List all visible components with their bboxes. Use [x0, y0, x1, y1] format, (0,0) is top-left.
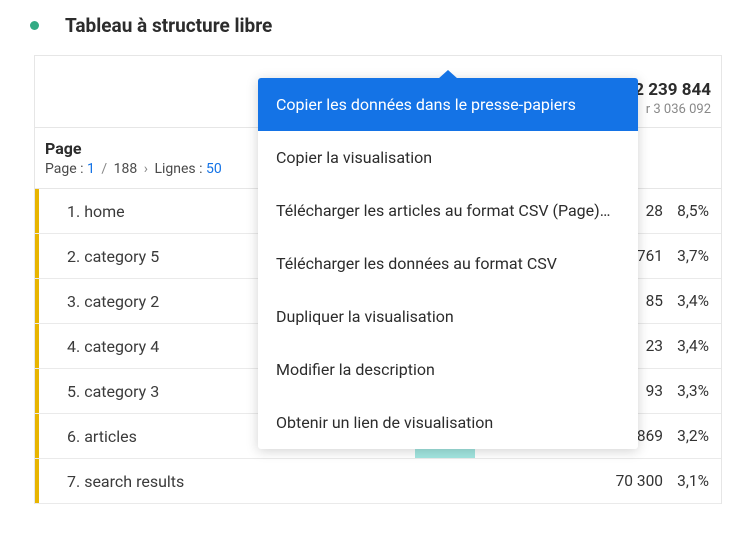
context-menu: Copier les données dans le presse-papier… [258, 78, 638, 449]
menu-download-data-csv[interactable]: Télécharger les données au format CSV [258, 237, 638, 290]
menu-duplicate-viz[interactable]: Dupliquer la visualisation [258, 290, 638, 343]
rows-count-link[interactable]: 50 [206, 161, 222, 177]
page-current-link[interactable]: 1 [87, 161, 95, 177]
row-pct: 8,5% [663, 202, 721, 220]
panel-header: Tableau à structure libre [0, 0, 750, 55]
menu-copy-data[interactable]: Copier les données dans le presse-papier… [258, 78, 638, 131]
status-dot-icon [30, 21, 39, 30]
row-pct: 3,2% [663, 427, 721, 445]
row-pct: 3,4% [663, 337, 721, 355]
menu-download-items-csv[interactable]: Télécharger les articles au format CSV (… [258, 184, 638, 237]
row-pct: 3,4% [663, 292, 721, 310]
table-row[interactable]: 7. search results 70 300 3,1% [35, 459, 721, 504]
menu-get-viz-link[interactable]: Obtenir un lien de visualisation [258, 396, 638, 449]
row-pct: 3,7% [663, 247, 721, 265]
menu-edit-description[interactable]: Modifier la description [258, 343, 638, 396]
row-pct: 3,1% [663, 472, 721, 490]
metric-total: 2 239 844 [634, 80, 711, 100]
panel-title: Tableau à structure libre [65, 14, 272, 37]
row-value: 70 300 [581, 472, 663, 490]
menu-copy-viz[interactable]: Copier la visualisation [258, 131, 638, 184]
row-pct: 3,3% [663, 382, 721, 400]
metric-subtotal: r 3 036 092 [634, 102, 711, 117]
